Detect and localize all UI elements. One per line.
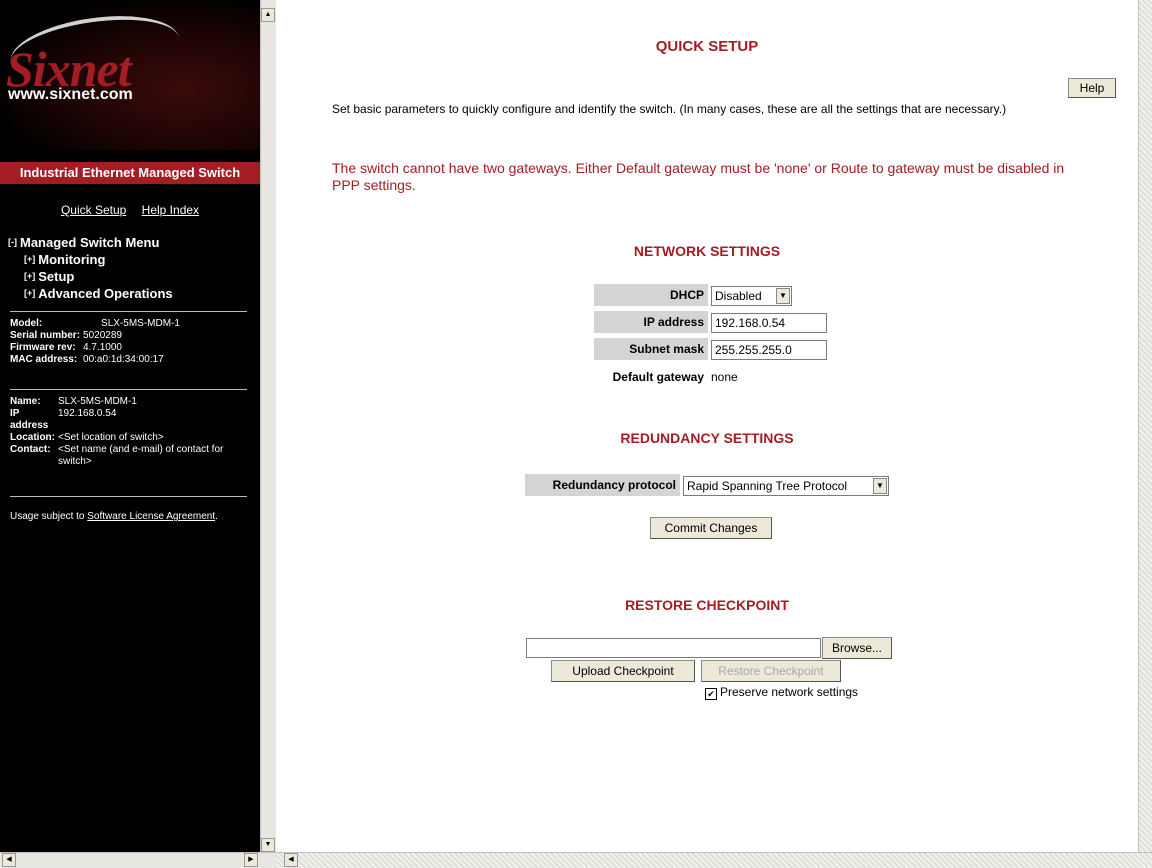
scroll-down-icon[interactable]: ▼ bbox=[261, 838, 275, 852]
browse-button[interactable]: Browse... bbox=[822, 637, 892, 659]
mac-label: MAC address: bbox=[10, 354, 78, 365]
expand-toggle-icon[interactable]: [+] bbox=[24, 271, 35, 281]
scroll-left-icon[interactable]: ◀ bbox=[284, 853, 298, 867]
redundancy-protocol-label: Redundancy protocol bbox=[525, 474, 680, 496]
menu-item-label[interactable]: Setup bbox=[38, 269, 74, 284]
identity-info: Name: SLX-5MS-MDM-1 IP address 192.168.0.5… bbox=[10, 396, 240, 468]
default-gateway-value: none bbox=[711, 370, 738, 384]
checkpoint-file-input[interactable] bbox=[526, 638, 821, 658]
redundancy-protocol-select[interactable]: Rapid Spanning Tree Protocol ▼ bbox=[683, 476, 889, 496]
dhcp-select[interactable]: Disabled ▼ bbox=[711, 286, 792, 306]
preserve-network-settings[interactable]: ✔ Preserve network settings bbox=[705, 684, 858, 700]
main-vertical-scrollbar[interactable] bbox=[1138, 0, 1152, 852]
ip-address-label: IP address bbox=[594, 311, 708, 333]
model-label: Model: bbox=[10, 318, 43, 329]
device-info: Model: SLX-5MS-MDM-1 Serial number: 502028… bbox=[10, 318, 180, 366]
product-title: Industrial Ethernet Managed Switch bbox=[0, 162, 260, 184]
quick-setup-link[interactable]: Quick Setup bbox=[61, 203, 126, 217]
default-gateway-label: Default gateway bbox=[612, 370, 704, 384]
intro-text: Set basic parameters to quickly configur… bbox=[332, 102, 1007, 116]
sidebar-horizontal-scrollbar[interactable]: ◀ ▶ bbox=[0, 852, 276, 868]
expand-toggle-icon[interactable]: [+] bbox=[24, 254, 35, 264]
preserve-network-settings-checkbox[interactable]: ✔ bbox=[705, 688, 717, 700]
network-settings-heading: NETWORK SETTINGS bbox=[633, 243, 781, 259]
upload-checkpoint-button[interactable]: Upload Checkpoint bbox=[551, 660, 695, 682]
firmware-value: 4.7.1000 bbox=[83, 342, 122, 353]
ip-address-input[interactable] bbox=[711, 313, 827, 333]
chevron-down-icon[interactable]: ▼ bbox=[873, 478, 887, 494]
subnet-mask-label: Subnet mask bbox=[594, 338, 708, 360]
menu-item-monitoring[interactable]: [+] Monitoring bbox=[8, 251, 173, 268]
dhcp-label: DHCP bbox=[594, 284, 708, 306]
quick-links: Quick Setup Help Index bbox=[0, 203, 260, 217]
logo: Sixnet www.sixnet.com bbox=[0, 0, 260, 150]
mac-value: 00:a0:1d:34:00:17 bbox=[83, 354, 164, 365]
menu-item-label[interactable]: Monitoring bbox=[38, 252, 105, 267]
divider bbox=[10, 311, 247, 312]
serial-label: Serial number: bbox=[10, 330, 81, 341]
chevron-down-icon[interactable]: ▼ bbox=[776, 288, 790, 304]
divider bbox=[10, 389, 247, 390]
divider bbox=[10, 496, 247, 497]
commit-changes-button[interactable]: Commit Changes bbox=[650, 517, 772, 539]
restore-checkpoint-button[interactable]: Restore Checkpoint bbox=[701, 660, 841, 682]
main-content: QUICK SETUP Help Set basic parameters to… bbox=[276, 0, 1138, 852]
sidebar-vertical-scrollbar[interactable]: ▲ ▼ bbox=[260, 0, 276, 852]
redundancy-settings-heading: REDUNDANCY SETTINGS bbox=[620, 430, 794, 446]
name-value: SLX-5MS-MDM-1 bbox=[58, 396, 137, 407]
sidebar: Sixnet www.sixnet.com Industrial Etherne… bbox=[0, 0, 260, 852]
contact-label: Contact: bbox=[10, 444, 51, 455]
error-message: The switch cannot have two gateways. Eit… bbox=[332, 160, 1065, 193]
location-label: Location: bbox=[10, 432, 55, 443]
main-horizontal-scrollbar[interactable]: ◀ bbox=[276, 852, 1152, 868]
preserve-network-settings-label: Preserve network settings bbox=[720, 685, 859, 699]
redundancy-protocol-value: Rapid Spanning Tree Protocol bbox=[687, 479, 848, 493]
help-index-link[interactable]: Help Index bbox=[142, 203, 199, 217]
usage-suffix: . bbox=[215, 511, 218, 522]
managed-switch-menu: [-] Managed Switch Menu [+] Monitoring [+]… bbox=[8, 234, 173, 302]
collapse-toggle-icon[interactable]: [-] bbox=[8, 237, 17, 247]
ip-value: 192.168.0.54 bbox=[58, 408, 117, 419]
name-label: Name: bbox=[10, 396, 41, 407]
menu-item-label[interactable]: Advanced Operations bbox=[38, 286, 172, 301]
restore-checkpoint-heading: RESTORE CHECKPOINT bbox=[625, 597, 789, 613]
location-value: <Set location of switch> bbox=[58, 432, 164, 443]
ip-label: IP address bbox=[10, 408, 49, 431]
expand-toggle-icon[interactable]: [+] bbox=[24, 288, 35, 298]
subnet-mask-input[interactable] bbox=[711, 340, 827, 360]
software-license-link[interactable]: Software License Agreement bbox=[87, 511, 215, 522]
model-value: SLX-5MS-MDM-1 bbox=[101, 318, 180, 329]
scroll-right-icon[interactable]: ▶ bbox=[244, 853, 258, 867]
scroll-up-icon[interactable]: ▲ bbox=[261, 8, 275, 22]
help-button[interactable]: Help bbox=[1068, 78, 1116, 98]
logo-url: www.sixnet.com bbox=[8, 86, 133, 103]
contact-value: <Set name (and e-mail) of contact for sw… bbox=[58, 444, 224, 467]
menu-root[interactable]: [-] Managed Switch Menu bbox=[8, 234, 173, 251]
dhcp-value: Disabled bbox=[715, 289, 762, 303]
scroll-left-icon[interactable]: ◀ bbox=[2, 853, 16, 867]
menu-item-advanced-operations[interactable]: [+] Advanced Operations bbox=[8, 285, 173, 302]
firmware-label: Firmware rev: bbox=[10, 342, 76, 353]
license-notice: Usage subject to Software License Agreem… bbox=[10, 511, 240, 523]
menu-root-label[interactable]: Managed Switch Menu bbox=[20, 235, 159, 250]
menu-item-setup[interactable]: [+] Setup bbox=[8, 268, 173, 285]
page-title: QUICK SETUP bbox=[655, 38, 759, 55]
usage-prefix: Usage subject to bbox=[10, 511, 88, 522]
serial-value: 5020289 bbox=[83, 330, 122, 341]
